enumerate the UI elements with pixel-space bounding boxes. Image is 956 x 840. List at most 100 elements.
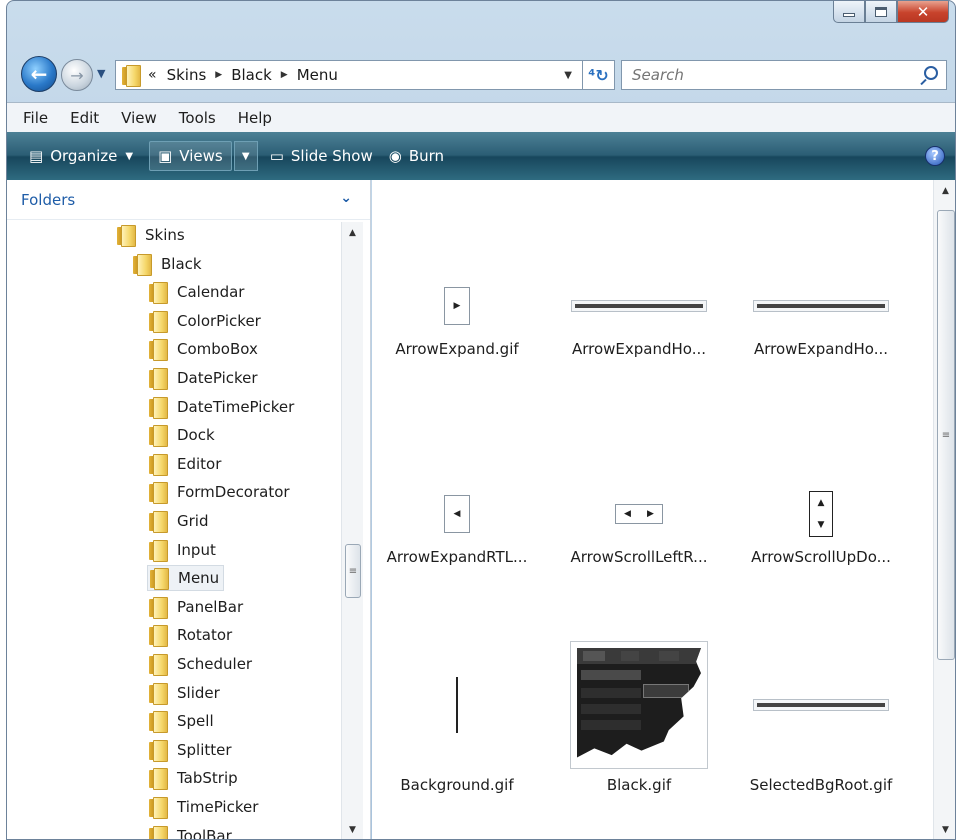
tree-item-editor[interactable]: Editor — [147, 451, 225, 477]
horizontal-line-graphic — [753, 300, 889, 312]
breadcrumb-separator-icon[interactable]: ▶ — [215, 70, 222, 80]
tree-item-label: Calendar — [177, 283, 245, 302]
file-item[interactable]: ◀ ▶ ArrowScrollLeftR... — [554, 486, 724, 566]
file-list-scrollbar[interactable]: ▲ ≡ ▼ — [933, 180, 955, 839]
tree-item-toolbar[interactable]: ToolBar — [147, 823, 236, 839]
tree-item-input[interactable]: Input — [147, 537, 220, 563]
close-button[interactable]: ✕ — [897, 1, 949, 23]
forward-button[interactable]: → — [61, 59, 93, 91]
tree-item-tabstrip[interactable]: TabStrip — [147, 765, 242, 791]
folders-header[interactable]: Folders ⌄ — [7, 180, 370, 220]
tree-item-spell[interactable]: Spell — [147, 708, 218, 734]
maximize-button[interactable] — [865, 1, 897, 23]
tree-item-label: PanelBar — [177, 597, 244, 616]
views-dropdown[interactable]: ▼ — [233, 141, 258, 171]
breadcrumb-black[interactable]: Black — [231, 66, 272, 84]
address-dropdown-icon[interactable]: ▼ — [564, 70, 572, 81]
tree-item-datetimepicker[interactable]: DateTimePicker — [147, 394, 298, 420]
folder-icon — [149, 339, 168, 362]
menu-edit[interactable]: Edit — [70, 109, 99, 127]
folder-icon — [149, 453, 168, 476]
search-input[interactable] — [632, 66, 902, 84]
tree-item-rotator[interactable]: Rotator — [147, 622, 236, 648]
slideshow-button[interactable]: ▭ Slide Show — [270, 141, 373, 171]
tree-item-label: Black — [161, 254, 202, 273]
help-icon[interactable]: ? — [925, 146, 945, 166]
menu-help[interactable]: Help — [238, 109, 272, 127]
refresh-button[interactable]: ⁴↻ — [583, 60, 615, 90]
minimize-icon — [843, 12, 855, 17]
menu-file[interactable]: File — [23, 109, 48, 127]
views-button[interactable]: ▣ Views — [149, 141, 232, 171]
refresh-icon: ⁴↻ — [588, 65, 609, 85]
tree-item-calendar[interactable]: Calendar — [147, 279, 248, 305]
file-item[interactable]: ArrowExpandHo... — [554, 278, 724, 358]
folder-icon — [149, 482, 168, 505]
folder-icon — [149, 682, 168, 705]
tree-item-label: Menu — [178, 569, 220, 588]
search-field[interactable] — [621, 60, 947, 90]
file-item[interactable]: ▶ ArrowExpand.gif — [372, 278, 542, 358]
tree-item-formdecorator[interactable]: FormDecorator — [147, 479, 294, 505]
menu-tools[interactable]: Tools — [179, 109, 216, 127]
burn-button[interactable]: ◉ Burn — [389, 141, 444, 171]
breadcrumb-menu[interactable]: Menu — [297, 66, 338, 84]
tree-item-label: TabStrip — [177, 769, 238, 788]
tree-item-panelbar[interactable]: PanelBar — [147, 594, 247, 620]
tree-item-menu[interactable]: Menu — [147, 565, 225, 592]
file-thumbnail — [736, 640, 906, 770]
file-item[interactable]: ▲ ▼ ArrowScrollUpDo... — [736, 486, 906, 566]
tree-item-skins[interactable]: Skins — [115, 222, 189, 248]
menu-view[interactable]: View — [121, 109, 157, 127]
organize-button[interactable]: ▤ Organize ▼ — [29, 141, 133, 171]
address-bar[interactable]: « Skins ▶ Black ▶ Menu ▼ — [115, 60, 583, 90]
navigation-pane: Folders ⌄ Skins Black Calendar ColorPicker C… — [7, 180, 371, 839]
tree-item-datepicker[interactable]: DatePicker — [147, 365, 262, 391]
tree-item-slider[interactable]: Slider — [147, 680, 224, 706]
tree-item-label: Dock — [177, 426, 215, 445]
scroll-up-icon[interactable]: ▲ — [342, 224, 363, 242]
search-icon[interactable] — [924, 66, 938, 80]
tree-item-combobox[interactable]: ComboBox — [147, 336, 262, 362]
scroll-down-icon[interactable]: ▼ — [342, 821, 363, 839]
chevron-down-icon[interactable]: ⌄ — [340, 190, 352, 206]
scroll-down-icon[interactable]: ▼ — [934, 821, 955, 839]
breadcrumb-overflow[interactable]: « — [148, 67, 157, 83]
file-item[interactable]: Background.gif — [372, 640, 542, 794]
folder-icon — [149, 625, 168, 648]
tree-item-black[interactable]: Black — [131, 251, 206, 277]
tree-item-label: Spell — [177, 712, 214, 731]
tree-item-splitter[interactable]: Splitter — [147, 737, 236, 763]
command-toolbar: ▤ Organize ▼ ▣ Views ▼ ▭ Slide Show ◉ Bu… — [7, 132, 955, 180]
tree-item-grid[interactable]: Grid — [147, 508, 212, 534]
tree-item-label: Rotator — [177, 626, 233, 645]
folder-icon — [149, 596, 168, 619]
scroll-up-icon[interactable]: ▲ — [934, 182, 955, 200]
tree-item-label: Scheduler — [177, 655, 253, 673]
folder-tree-scrollbar[interactable]: ▲ ≡ ▼ — [341, 222, 363, 839]
file-item[interactable]: SelectedBgRoot.gif — [736, 640, 906, 794]
scrollbar-thumb[interactable]: ≡ — [937, 210, 955, 660]
menu-skin-preview-image — [570, 641, 708, 769]
file-item[interactable]: ◀ ArrowExpandRTL... — [372, 486, 542, 566]
folder-icon — [122, 65, 141, 87]
file-item[interactable]: Black.gif — [554, 640, 724, 794]
views-label: Views — [179, 147, 223, 165]
back-button[interactable]: ← — [21, 56, 57, 92]
folder-icon — [149, 539, 168, 562]
breadcrumb-separator-icon[interactable]: ▶ — [281, 70, 288, 80]
recent-pages-dropdown[interactable]: ▼ — [97, 67, 105, 80]
forward-arrow-icon: → — [70, 65, 84, 85]
organize-label: Organize — [50, 147, 118, 165]
tree-item-colorpicker[interactable]: ColorPicker — [147, 308, 265, 334]
scrollbar-thumb[interactable]: ≡ — [345, 544, 361, 598]
tree-item-dock[interactable]: Dock — [147, 422, 219, 448]
folder-icon — [149, 368, 168, 390]
file-item[interactable]: ArrowExpandHo... — [736, 278, 906, 358]
tree-item-scheduler[interactable]: Scheduler — [147, 651, 256, 677]
breadcrumb-skins[interactable]: Skins — [167, 66, 207, 84]
file-name: ArrowExpand.gif — [395, 340, 519, 358]
minimize-button[interactable] — [833, 1, 865, 23]
tree-item-label: Skins — [145, 226, 185, 244]
tree-item-timepicker[interactable]: TimePicker — [147, 794, 262, 820]
